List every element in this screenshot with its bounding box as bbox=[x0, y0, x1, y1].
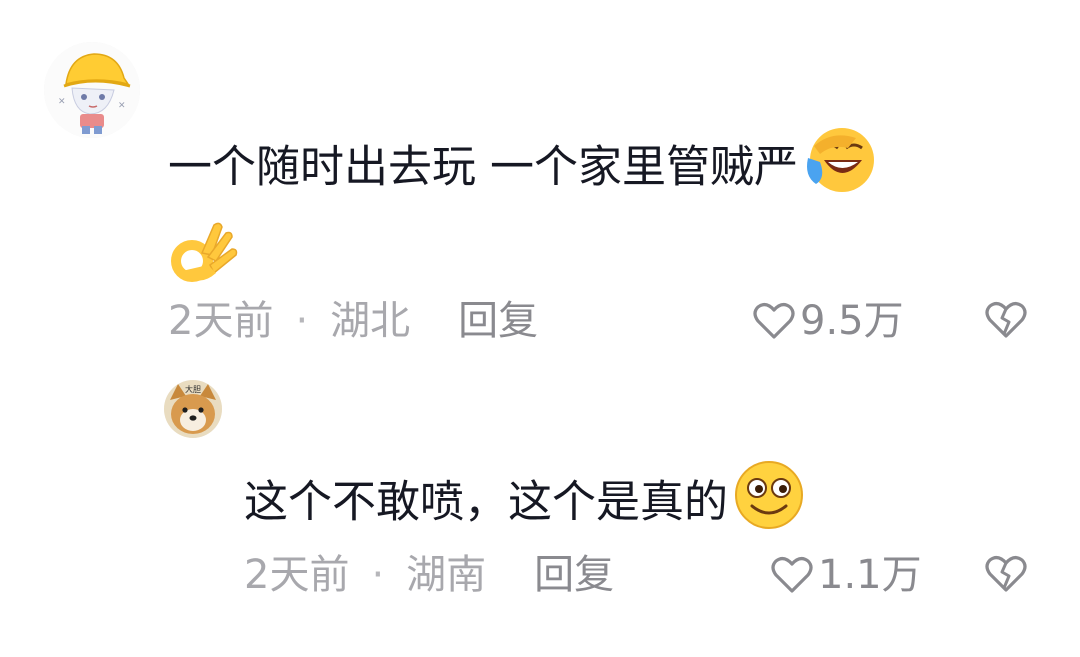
heart-icon bbox=[753, 303, 795, 339]
like-count: 1.1万 bbox=[818, 552, 922, 598]
shiba-dog-avatar-icon: 大胆 bbox=[164, 380, 222, 438]
separator-dot: · bbox=[371, 552, 385, 598]
svg-text:✕: ✕ bbox=[118, 101, 126, 111]
heart-icon bbox=[771, 557, 813, 593]
like-button[interactable]: 9.5万 bbox=[752, 296, 904, 346]
anime-girl-avatar-icon: ✕ ✕ bbox=[44, 42, 140, 138]
comment-location: 湖南 bbox=[406, 552, 487, 598]
reply-button[interactable]: 回复 bbox=[534, 552, 614, 598]
comment-text: 这个不敢喷，这个是真的 bbox=[244, 458, 1044, 551]
smiling-face-emoji-icon bbox=[732, 458, 806, 551]
comment-text: 一个随时出去玩 一个家里管贼严 bbox=[168, 122, 1038, 308]
reply-button[interactable]: 回复 bbox=[458, 298, 538, 344]
comment-body: 一个随时出去玩 一个家里管贼严 bbox=[168, 141, 798, 193]
dislike-button[interactable] bbox=[984, 554, 1028, 598]
comment-meta: 2天前 · 湖北 回复 bbox=[168, 296, 538, 346]
laughing-crying-emoji-icon bbox=[802, 122, 878, 217]
avatar[interactable]: 大胆 bbox=[164, 380, 222, 438]
like-count: 9.5万 bbox=[800, 298, 904, 344]
broken-heart-icon bbox=[985, 556, 1027, 592]
broken-heart-icon bbox=[985, 302, 1027, 338]
comment-meta: 2天前 · 湖南 回复 bbox=[244, 550, 614, 600]
comment-time: 2天前 bbox=[244, 552, 350, 598]
comment-body: 这个不敢喷，这个是真的 bbox=[244, 476, 728, 528]
separator-dot: · bbox=[295, 298, 309, 344]
like-button[interactable]: 1.1万 bbox=[770, 550, 922, 600]
comment-time: 2天前 bbox=[168, 298, 274, 344]
avatar-caption: 大胆 bbox=[185, 384, 201, 394]
dislike-button[interactable] bbox=[984, 300, 1028, 344]
svg-text:✕: ✕ bbox=[58, 97, 66, 107]
avatar[interactable]: ✕ ✕ bbox=[44, 42, 140, 138]
ok-hand-emoji-icon bbox=[168, 217, 240, 308]
comment-location: 湖北 bbox=[330, 298, 411, 344]
